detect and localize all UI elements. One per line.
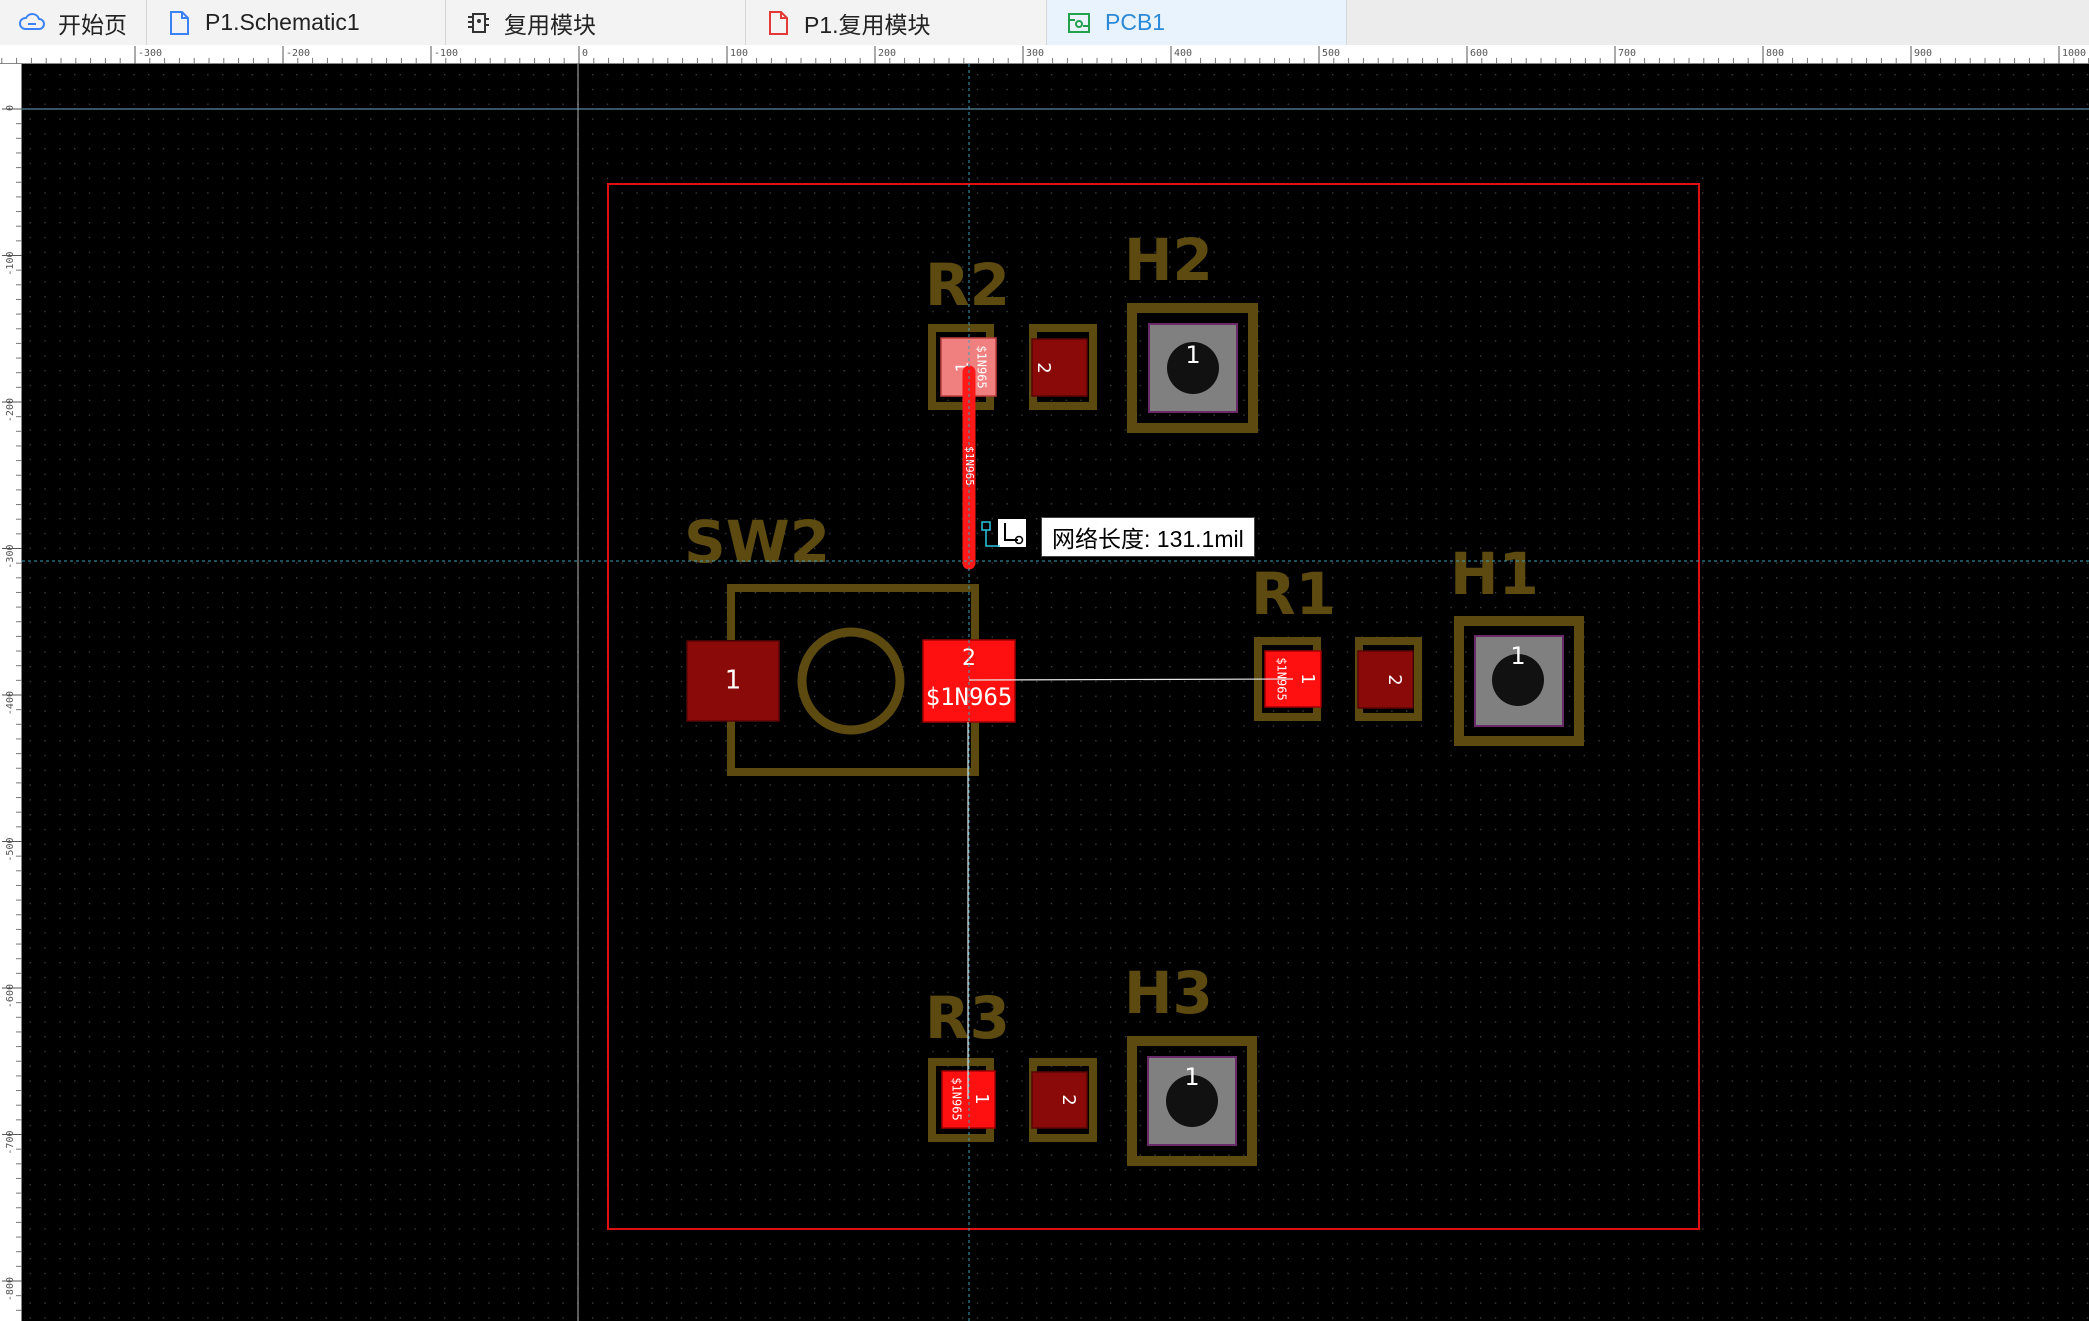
- net-length-text: 网络长度: 131.1mil: [1052, 526, 1244, 552]
- ruler-tick-label: -500: [5, 838, 16, 862]
- r2-pad1-net: $1N965: [975, 345, 989, 388]
- vertical-ruler: 0 -100 -200 -300 -400 -500 -600 -700 -800: [0, 64, 22, 1321]
- r3-pad1-net: $1N965: [950, 1077, 964, 1120]
- tab-label: PCB1: [1105, 9, 1166, 35]
- tab-label: 开始页: [58, 11, 127, 38]
- r3-pad1-number: 1: [971, 1093, 992, 1104]
- ruler-tick-label: 100: [730, 48, 748, 59]
- ruler-tick-label: -800: [5, 1277, 16, 1301]
- r2-pad2-number: 2: [1033, 362, 1054, 373]
- pcb-icon: [1068, 12, 1090, 33]
- h2-pad-number: 1: [1185, 341, 1200, 369]
- designator-r2: R2: [925, 251, 1010, 319]
- ruler-tick-label: -100: [5, 252, 16, 276]
- r3-pad2-number: 2: [1058, 1094, 1079, 1105]
- tab-schematic[interactable]: P1.Schematic1: [147, 0, 446, 45]
- ruler-tick-label: -200: [286, 48, 310, 59]
- designator-h2: H2: [1124, 226, 1213, 294]
- ruler-tick-label: 1000: [2062, 48, 2086, 59]
- tab-label: 复用模块: [504, 11, 596, 38]
- ruler-tick-label: -200: [5, 398, 16, 422]
- ruler-tick-label: -100: [434, 48, 458, 59]
- r1-pad1-number: 1: [1297, 673, 1318, 684]
- ruler-tick-label: -300: [138, 48, 162, 59]
- sw2-pad1-number: 1: [725, 666, 742, 696]
- tab-label: P1.Schematic1: [205, 9, 360, 35]
- schematic-file-icon: [170, 10, 189, 35]
- h1-pad-number: 1: [1510, 642, 1525, 670]
- tab-pcb1[interactable]: PCB1: [1047, 0, 1347, 45]
- h3-pad-number: 1: [1184, 1063, 1199, 1091]
- tab-label: P1.复用模块: [804, 11, 931, 38]
- ruler-tick-label: 400: [1174, 48, 1192, 59]
- designator-r1: R1: [1251, 560, 1336, 628]
- ruler-tick-label: 0: [582, 48, 588, 59]
- ruler-tick-label: 500: [1322, 48, 1340, 59]
- grid-dots: [22, 64, 2089, 1321]
- designator-h3: H3: [1124, 959, 1213, 1027]
- ruler-tick-label: 800: [1766, 48, 1784, 59]
- ruler-tick-label: 300: [1026, 48, 1044, 59]
- tab-start-page[interactable]: 开始页: [0, 0, 147, 45]
- reuse-module-icon: [468, 12, 489, 33]
- ruler-tick-label: -700: [5, 1131, 16, 1155]
- horizontal-ruler: -300 -200 -100 0 100 200 300 400 500 600 700 800 900…: [0, 45, 2089, 64]
- ruler-tick-label: -300: [5, 545, 16, 569]
- ruler-tick-label: 700: [1618, 48, 1636, 59]
- ruler-tick-label: -400: [5, 691, 16, 715]
- pcb-canvas[interactable]: R2 1 $1N965 2 H2 1 SW2 1 2 $1N965 R1 $1N…: [22, 64, 2089, 1321]
- tab-module-file[interactable]: P1.复用模块: [746, 0, 1047, 45]
- net-length-tooltip: 网络长度: 131.1mil: [1041, 517, 1255, 557]
- ruler-tick-label: 600: [1470, 48, 1488, 59]
- module-file-icon: [769, 10, 788, 35]
- ruler-tick-label: 0: [5, 105, 16, 111]
- document-tab-bar: 开始页 P1.Schematic1 复用模块 P1.复用模块 PCB1: [0, 0, 2089, 46]
- ruler-tick-label: -600: [5, 984, 16, 1008]
- designator-sw2: SW2: [684, 508, 830, 576]
- cloud-icon: [19, 12, 45, 30]
- r1-pad2-number: 2: [1384, 674, 1405, 685]
- designator-h1: H1: [1450, 540, 1539, 608]
- tab-reuse-module[interactable]: 复用模块: [446, 0, 746, 45]
- ruler-tick-label: 900: [1914, 48, 1932, 59]
- ruler-tick-label: 200: [878, 48, 896, 59]
